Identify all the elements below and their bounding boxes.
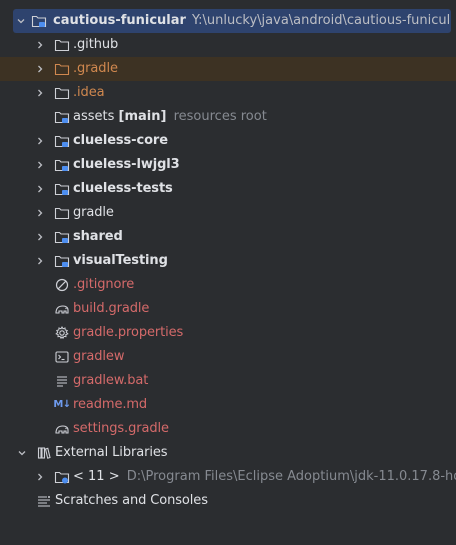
markdown-icon: M↓ [51, 393, 73, 417]
tree-item-clueless-lwjgl3[interactable]: clueless-lwjgl3 [0, 153, 456, 177]
tree-item-label: gradlew.bat [73, 373, 149, 388]
chevron-right-icon[interactable] [32, 177, 48, 201]
tree-item-label: clueless-lwjgl3 [73, 157, 180, 172]
tree-item-label: gradle.properties [73, 325, 184, 340]
tree-item-gradle[interactable]: gradle [0, 201, 456, 225]
tree-item-external-libraries[interactable]: External Libraries [0, 441, 456, 465]
gear-icon [54, 321, 70, 345]
tree-root-row[interactable]: cautious-funicular Y:\unlucky\java\androi… [13, 9, 451, 33]
gradle-elephant-icon [54, 297, 70, 321]
module-folder-icon [54, 225, 70, 249]
chevron-right-icon[interactable] [32, 153, 48, 177]
text-file-icon [54, 369, 70, 393]
resources-root-hint: resources root [173, 109, 267, 124]
folder-icon [54, 201, 70, 225]
tree-item-label: settings.gradle [73, 421, 169, 436]
tree-item-clueless-tests[interactable]: clueless-tests [0, 177, 456, 201]
jdk-folder-icon [54, 465, 70, 489]
tree-item-jdk[interactable]: < 11 > D:\Program Files\Eclipse Adoptium… [0, 465, 456, 489]
tree-item-clueless-core[interactable]: clueless-core [0, 129, 456, 153]
jdk-path: D:\Program Files\Eclipse Adoptium\jdk-11… [126, 469, 456, 484]
chevron-right-icon[interactable] [32, 81, 48, 105]
tree-item-shared[interactable]: shared [0, 225, 456, 249]
tree-item-label: build.gradle [73, 301, 150, 316]
folder-icon [54, 57, 70, 81]
tree-item-gradlew-bat[interactable]: gradlew.bat [0, 369, 456, 393]
chevron-right-icon[interactable] [32, 249, 48, 273]
tree-item-label: gradle [73, 205, 114, 220]
tree-item-visualtesting[interactable]: visualTesting [0, 249, 456, 273]
tree-item-settings-gradle[interactable]: settings.gradle [0, 417, 456, 441]
tree-item-label: .gitignore [73, 277, 135, 292]
module-folder-icon [54, 177, 70, 201]
folder-icon [54, 81, 70, 105]
tree-item-gitignore[interactable]: .gitignore [0, 273, 456, 297]
tree-item-label: readme.md [73, 397, 148, 412]
tree-item-label: shared [73, 229, 123, 244]
tree-item-readme[interactable]: M↓ readme.md [0, 393, 456, 417]
chevron-down-icon[interactable] [13, 9, 29, 33]
jdk-label: < 11 > [73, 469, 120, 484]
scratches-icon [36, 489, 52, 513]
tree-item-assets[interactable]: assets [main] resources root [0, 105, 456, 129]
chevron-right-icon[interactable] [32, 201, 48, 225]
tree-item-label: .github [73, 37, 119, 52]
chevron-right-icon[interactable] [32, 33, 48, 57]
module-folder-icon [31, 9, 47, 33]
tree-item-label: Scratches and Consoles [55, 493, 208, 508]
module-folder-icon [54, 249, 70, 273]
tree-item-label: External Libraries [55, 445, 168, 460]
module-folder-icon [54, 129, 70, 153]
chevron-down-icon[interactable] [14, 441, 30, 465]
project-tree: cautious-funicular Y:\unlucky\java\androi… [0, 9, 456, 513]
tree-item-gradle-cache[interactable]: .gradle [0, 57, 456, 81]
chevron-right-icon[interactable] [32, 465, 48, 489]
tree-item-github[interactable]: .github [0, 33, 456, 57]
terminal-icon [54, 345, 70, 369]
tree-item-label: .gradle [73, 61, 118, 76]
gradle-elephant-icon [54, 417, 70, 441]
tree-item-gradle-properties[interactable]: gradle.properties [0, 321, 456, 345]
resources-folder-icon [54, 105, 70, 129]
tree-item-build-gradle[interactable]: build.gradle [0, 297, 456, 321]
tree-item-label: clueless-core [73, 133, 168, 148]
ignore-file-icon [54, 273, 70, 297]
library-icon [36, 441, 52, 465]
tree-item-label: clueless-tests [73, 181, 173, 196]
markdown-badge: M↓ [53, 399, 71, 410]
tree-item-gradlew[interactable]: gradlew [0, 345, 456, 369]
chevron-right-icon[interactable] [32, 129, 48, 153]
chevron-right-icon[interactable] [32, 57, 48, 81]
module-folder-icon [54, 153, 70, 177]
tree-item-scratches[interactable]: Scratches and Consoles [0, 489, 456, 513]
root-path: Y:\unlucky\java\android\cautious-funicul… [191, 13, 451, 28]
source-set-tag: [main] [118, 109, 167, 124]
root-name: cautious-funicular [53, 13, 186, 28]
tree-item-label: gradlew [73, 349, 125, 364]
tree-item-label: .idea [73, 85, 105, 100]
tree-item-label: visualTesting [73, 253, 168, 268]
folder-icon [54, 33, 70, 57]
tree-item-label: assets [73, 109, 115, 124]
chevron-right-icon[interactable] [32, 225, 48, 249]
tree-item-idea[interactable]: .idea [0, 81, 456, 105]
